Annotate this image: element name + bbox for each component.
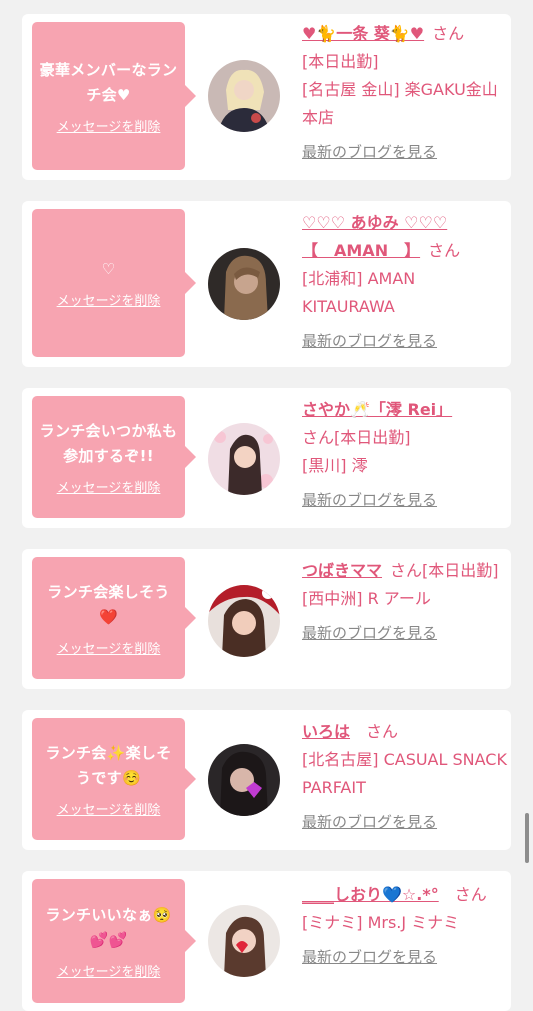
message-text: 豪華メンバーなランチ会♥: [39, 60, 178, 104]
latest-blog-link[interactable]: 最新のブログを見る: [302, 138, 507, 166]
sender-name[interactable]: さやか🥂「澪 Rei」: [302, 400, 452, 419]
latest-blog-link[interactable]: 最新のブログを見る: [302, 808, 507, 836]
sender-info: ____しおり💙☆.*° さん [ミナミ] Mrs.J ミナミ 最新のブログを見る: [302, 881, 507, 971]
message-card: ランチいいなぁ🥺💕💕 メッセージを削除 ____しおり💙☆.*° さん [ミナミ]…: [22, 871, 511, 1011]
honorific: さん: [366, 722, 399, 741]
latest-blog-link[interactable]: 最新のブログを見る: [302, 943, 507, 971]
shop-info: [ミナミ] Mrs.J ミナミ: [302, 913, 460, 932]
message-bubble: ランチいいなぁ🥺💕💕 メッセージを削除: [32, 879, 196, 1003]
delete-message-link[interactable]: メッセージを削除: [57, 961, 161, 980]
delete-message-link[interactable]: メッセージを削除: [57, 477, 161, 496]
sender-name[interactable]: ♡♡♡ あゆみ ♡♡♡: [302, 213, 447, 232]
sender-info: ♡♡♡ あゆみ ♡♡♡ 【 AMAN 】さん [北浦和] AMAN KITAUR…: [302, 209, 507, 355]
message-bubble: 豪華メンバーなランチ会♥ メッセージを削除: [32, 22, 196, 170]
avatar[interactable]: [208, 248, 280, 320]
latest-blog-link[interactable]: 最新のブログを見る: [302, 327, 507, 355]
delete-message-link[interactable]: メッセージを削除: [57, 799, 161, 818]
avatar[interactable]: [208, 744, 280, 816]
avatar[interactable]: [208, 905, 280, 977]
message-card: ランチ会いつか私も参加するぞ!! メッセージを削除 さやか🥂「澪 Rei」 さん…: [22, 388, 511, 528]
message-bubble: ランチ会✨楽しそうです☺️ メッセージを削除: [32, 718, 196, 840]
shop-info: [北名古屋] CASUAL SNACK PARFAIT: [302, 750, 507, 797]
message-text: ランチ会いつか私も参加するぞ!!: [39, 421, 178, 465]
message-bubble: ランチ会楽しそう❤️ メッセージを削除: [32, 557, 196, 679]
shop-info: [名古屋 金山] 楽GAKU金山本店: [302, 80, 498, 127]
sender-name[interactable]: つばきママ: [302, 561, 382, 580]
latest-blog-link[interactable]: 最新のブログを見る: [302, 619, 507, 647]
honorific: さん: [432, 24, 465, 43]
delete-message-link[interactable]: メッセージを削除: [57, 290, 161, 309]
message-bubble: ランチ会いつか私も参加するぞ!! メッセージを削除: [32, 396, 196, 518]
avatar[interactable]: [208, 585, 280, 657]
shop-info: [黒川] 澪: [302, 456, 368, 475]
sender-info: さやか🥂「澪 Rei」 さん[本日出勤] [黒川] 澪 最新のブログを見る: [302, 396, 507, 514]
message-bubble: ♡ メッセージを削除: [32, 209, 196, 357]
delete-message-link[interactable]: メッセージを削除: [57, 638, 161, 657]
honorific: さん: [454, 885, 487, 904]
message-card: ランチ会楽しそう❤️ メッセージを削除 つばきママ さん[本日出勤] [西中洲] …: [22, 549, 511, 689]
message-text: ♡: [101, 260, 116, 278]
message-text: ランチ会✨楽しそうです☺️: [45, 743, 172, 787]
avatar[interactable]: [208, 423, 280, 495]
message-card: ♡ メッセージを削除 ♡♡♡ あゆみ ♡♡♡ 【 AMAN 】さん [北浦和] …: [22, 201, 511, 367]
sender-name[interactable]: ♥🐈一条 葵🐈♥: [302, 24, 424, 43]
message-card: 豪華メンバーなランチ会♥ メッセージを削除 ♥🐈一条 葵🐈♥ さん [本日出勤] …: [22, 14, 511, 180]
sender-name-line2[interactable]: 【 AMAN 】: [302, 241, 420, 260]
sender-info: つばきママ さん[本日出勤] [西中洲] R アール 最新のブログを見る: [302, 557, 507, 647]
work-status: [本日出勤]: [302, 52, 379, 71]
honorific: さん[本日出勤]: [390, 561, 499, 580]
avatar[interactable]: [208, 60, 280, 132]
message-text: ランチ会楽しそう❤️: [47, 582, 170, 626]
sender-info: いろは さん [北名古屋] CASUAL SNACK PARFAIT 最新のブログ…: [302, 718, 507, 836]
message-card: ランチ会✨楽しそうです☺️ メッセージを削除 いろは さん [北名古屋] CASU…: [22, 710, 511, 850]
honorific: さん: [428, 241, 461, 260]
latest-blog-link[interactable]: 最新のブログを見る: [302, 486, 507, 514]
shop-info: [北浦和] AMAN KITAURAWA: [302, 269, 416, 316]
sender-info: ♥🐈一条 葵🐈♥ さん [本日出勤] [名古屋 金山] 楽GAKU金山本店 最新の…: [302, 20, 507, 166]
delete-message-link[interactable]: メッセージを削除: [57, 116, 161, 135]
sender-name[interactable]: いろは: [302, 722, 350, 741]
shop-info: [西中洲] R アール: [302, 589, 431, 608]
scrollbar-thumb[interactable]: [525, 813, 529, 863]
honorific: さん[本日出勤]: [302, 428, 411, 447]
message-text: ランチいいなぁ🥺💕💕: [45, 905, 172, 949]
sender-name[interactable]: ____しおり💙☆.*°: [302, 885, 439, 904]
